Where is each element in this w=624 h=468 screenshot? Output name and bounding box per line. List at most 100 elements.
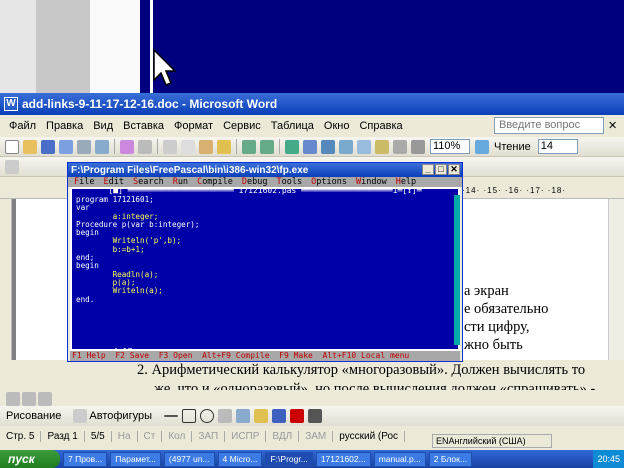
word-menubar: Файл Правка Вид Вставка Формат Сервис Та… bbox=[0, 115, 624, 137]
web-view-icon[interactable] bbox=[22, 392, 36, 406]
styles-icon[interactable] bbox=[5, 159, 19, 174]
toolbar-separator bbox=[236, 139, 237, 154]
menu-help[interactable]: Справка bbox=[354, 120, 407, 132]
document-map-icon[interactable] bbox=[393, 139, 407, 154]
zoom-select[interactable]: 110% bbox=[430, 139, 470, 154]
normal-view-icon[interactable] bbox=[6, 392, 20, 406]
print-layout-icon[interactable] bbox=[38, 392, 52, 406]
save-icon[interactable] bbox=[41, 139, 55, 154]
menu-file[interactable]: Файл bbox=[4, 120, 41, 132]
textbox-icon[interactable] bbox=[218, 409, 232, 423]
maximize-icon[interactable]: □ bbox=[435, 164, 447, 175]
status-rec[interactable]: ЗАП bbox=[192, 430, 226, 442]
hyperlink-icon[interactable] bbox=[285, 139, 299, 154]
undo-icon[interactable] bbox=[242, 139, 256, 154]
toolbar-separator bbox=[157, 139, 158, 154]
format-painter-icon[interactable] bbox=[217, 139, 231, 154]
mouse-cursor-icon bbox=[153, 48, 177, 86]
line-color-icon[interactable] bbox=[272, 409, 286, 423]
fp-code[interactable]: program 17121601; var a:integer; Procedu… bbox=[76, 195, 199, 304]
fp-status-compile[interactable]: Alt+F9 Compile bbox=[202, 351, 269, 360]
help-icon[interactable] bbox=[475, 139, 489, 154]
rectangle-icon[interactable] bbox=[182, 409, 196, 423]
taskbar-item[interactable]: (4977 un... bbox=[163, 451, 215, 467]
taskbar-item[interactable]: 7 Пров... bbox=[63, 451, 108, 467]
fp-title: F:\Program Files\FreePascal\bin\i386-win… bbox=[71, 164, 309, 176]
font-color-icon[interactable] bbox=[290, 409, 304, 423]
clock[interactable]: 20:45 bbox=[597, 454, 620, 464]
oval-icon[interactable] bbox=[200, 409, 214, 423]
autoshapes-menu-button[interactable]: Автофигуры bbox=[89, 410, 152, 422]
language-bar[interactable]: ENАнглийский (США) bbox=[432, 434, 552, 448]
menu-window[interactable]: Окно bbox=[319, 120, 355, 132]
research-icon[interactable] bbox=[138, 139, 152, 154]
view-buttons-bar bbox=[0, 390, 624, 406]
taskbar-item[interactable]: 2 Блок... bbox=[428, 451, 472, 467]
help-search-input[interactable]: Введите вопрос bbox=[494, 117, 604, 134]
doc-line: 2. Арифметический калькулятор «многоразо… bbox=[137, 362, 586, 378]
columns-icon[interactable] bbox=[357, 139, 371, 154]
start-button[interactable]: пуск bbox=[0, 450, 60, 468]
cut-icon[interactable] bbox=[163, 139, 177, 154]
vertical-scrollbar[interactable] bbox=[608, 199, 624, 360]
menu-format[interactable]: Формат bbox=[169, 120, 218, 132]
menu-insert[interactable]: Вставка bbox=[118, 120, 169, 132]
fp-status-make[interactable]: F9 Make bbox=[279, 351, 313, 360]
redo-icon[interactable] bbox=[260, 139, 274, 154]
vertical-ruler bbox=[0, 199, 12, 360]
show-hide-icon[interactable] bbox=[411, 139, 425, 154]
menu-edit[interactable]: Правка bbox=[41, 120, 88, 132]
fp-status-local-menu[interactable]: Alt+F10 Local menu bbox=[323, 351, 410, 360]
line-icon[interactable] bbox=[164, 415, 178, 417]
fill-color-icon[interactable] bbox=[254, 409, 268, 423]
wordart-icon[interactable] bbox=[236, 409, 250, 423]
font-size-select[interactable]: 14 bbox=[537, 139, 578, 154]
status-language: русский (Рос bbox=[333, 430, 406, 442]
permission-icon[interactable] bbox=[59, 139, 73, 154]
doc-line: а экран bbox=[464, 283, 509, 299]
doc-line: сти цифру, bbox=[464, 319, 530, 335]
background-strip bbox=[36, 0, 90, 93]
background-strip bbox=[0, 0, 36, 93]
fp-editor[interactable]: [■] ══════════════════════ 17121602.pas … bbox=[70, 186, 460, 356]
tables-borders-icon[interactable] bbox=[303, 139, 317, 154]
drawing-icon[interactable] bbox=[375, 139, 389, 154]
status-section: Разд 1 bbox=[41, 430, 85, 442]
copy-icon[interactable] bbox=[181, 139, 195, 154]
taskbar-item[interactable]: manual.p... bbox=[373, 451, 426, 467]
taskbar-item-active[interactable]: F:\Progr... bbox=[265, 451, 313, 467]
taskbar-item[interactable]: Парамет... bbox=[110, 451, 161, 467]
taskbar-item[interactable]: 17121602... bbox=[315, 451, 371, 467]
fp-status-save[interactable]: F2 Save bbox=[115, 351, 149, 360]
status-line: Ст bbox=[138, 430, 163, 442]
close-document-icon[interactable]: ✕ bbox=[608, 119, 620, 132]
freepascal-window: F:\Program Files\FreePascal\bin\i386-win… bbox=[67, 162, 463, 362]
select-objects-icon[interactable] bbox=[73, 409, 88, 423]
status-trk[interactable]: ИСПР bbox=[225, 430, 267, 442]
spelling-icon[interactable] bbox=[120, 139, 134, 154]
line-style-icon[interactable] bbox=[308, 409, 322, 423]
insert-excel-icon[interactable] bbox=[339, 139, 353, 154]
minimize-icon[interactable]: _ bbox=[422, 164, 434, 175]
read-button[interactable]: Чтение bbox=[494, 141, 531, 153]
taskbar-item[interactable]: 4 Micro... bbox=[217, 451, 263, 467]
status-ext[interactable]: ВДЛ bbox=[266, 430, 300, 442]
menu-tools[interactable]: Сервис bbox=[218, 120, 266, 132]
fp-statusline: F1 Help F2 Save F3 Open Alt+F9 Compile F… bbox=[70, 351, 460, 361]
menu-view[interactable]: Вид bbox=[88, 120, 118, 132]
insert-table-icon[interactable] bbox=[321, 139, 335, 154]
fp-status-help[interactable]: F1 Help bbox=[72, 351, 106, 360]
background-blue-area bbox=[140, 0, 624, 93]
status-ovr[interactable]: ЗАМ bbox=[299, 430, 334, 442]
background-strip bbox=[90, 0, 140, 93]
new-document-icon[interactable] bbox=[5, 139, 19, 154]
menu-table[interactable]: Таблица bbox=[266, 120, 319, 132]
print-preview-icon[interactable] bbox=[95, 139, 109, 154]
fp-status-open[interactable]: F3 Open bbox=[159, 351, 193, 360]
open-folder-icon[interactable] bbox=[23, 139, 37, 154]
paste-icon[interactable] bbox=[199, 139, 213, 154]
fp-scrollbar[interactable] bbox=[454, 195, 460, 345]
print-icon[interactable] bbox=[77, 139, 91, 154]
drawing-menu-button[interactable]: Рисование bbox=[6, 410, 61, 422]
close-icon[interactable]: ✕ bbox=[448, 164, 460, 175]
